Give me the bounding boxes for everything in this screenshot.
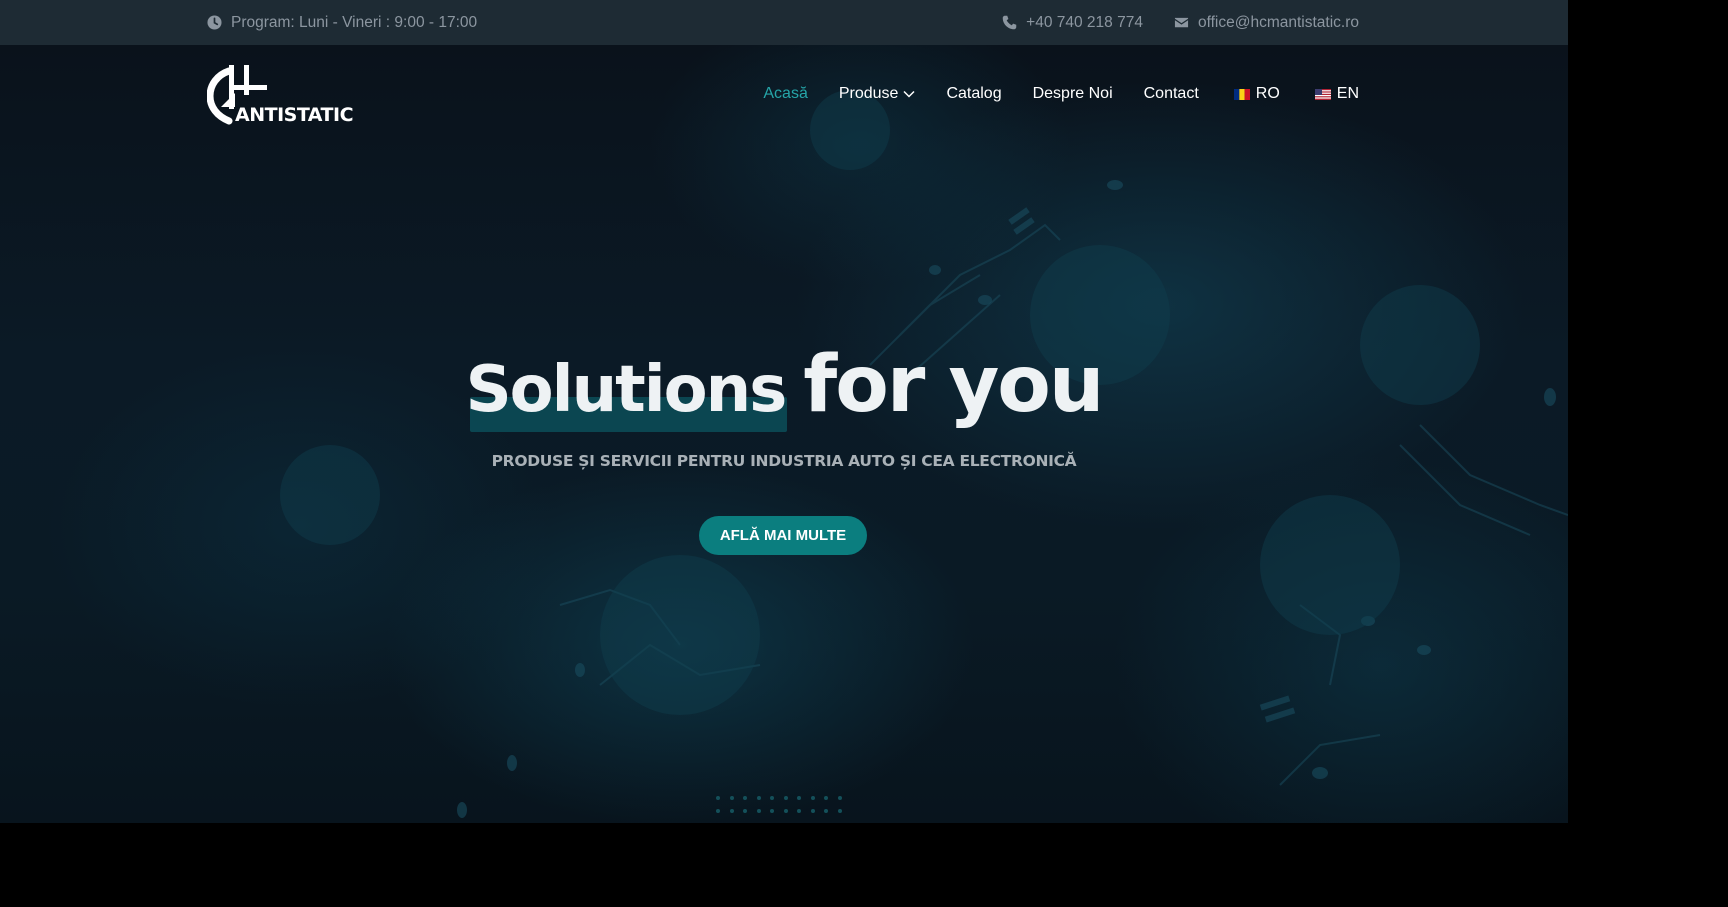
email-text: office@hcmantistatic.ro (1197, 13, 1359, 31)
screen-frame: Program: Luni - Vineri : 9:00 - 17:00 +4… (0, 0, 1728, 907)
clock-icon (207, 15, 222, 30)
nav-item-contact[interactable]: Contact (1144, 85, 1199, 103)
topbar-right: +40 740 218 774 office@hcmantistatic.ro (1002, 0, 1359, 45)
hero-subtitle: PRODUSE ȘI SERVICII PENTRU INDUSTRIA AUT… (491, 452, 1077, 470)
envelope-icon (1174, 17, 1189, 28)
language-en[interactable]: EN (1314, 85, 1359, 103)
hero-section (0, 45, 1568, 823)
logo-wordmark: ANTISTATIC (235, 104, 354, 126)
decor-dot (837, 796, 842, 800)
nav-item-label: Contact (1143, 85, 1199, 102)
decor-dot (756, 796, 761, 800)
headline-highlight-word: Solutions (465, 353, 788, 432)
decor-dot (743, 796, 747, 800)
decor-dot (729, 809, 734, 813)
language-ro[interactable]: RO (1233, 85, 1280, 103)
nav-item-label: Acasă (763, 85, 808, 102)
main-navigation: Acasă Produse Catalog Despre Noi Contact (763, 78, 1359, 110)
page: Program: Luni - Vineri : 9:00 - 17:00 +4… (0, 0, 1568, 823)
decor-dot (783, 809, 788, 813)
decor-dot (824, 796, 828, 800)
decor-dot (824, 809, 828, 813)
decor-dot (783, 796, 788, 800)
phone-icon (1002, 15, 1017, 30)
decor-dot (756, 809, 761, 813)
email-link[interactable]: office@hcmantistatic.ro (1174, 14, 1359, 32)
learn-more-button[interactable]: AFLĂ MAI MULTE (699, 516, 867, 555)
dot-pattern-decoration (716, 796, 848, 823)
usa-flag-icon (1314, 88, 1331, 100)
decor-dot (810, 809, 815, 813)
nav-item-acasa[interactable]: Acasă (763, 85, 807, 103)
decor-dot (837, 809, 842, 813)
language-label: EN (1336, 85, 1359, 102)
nav-item-produse[interactable]: Produse (839, 85, 916, 103)
brand-logo[interactable]: ANTISTATIC (207, 63, 354, 126)
phone-text: +40 740 218 774 (1026, 13, 1143, 31)
phone-link[interactable]: +40 740 218 774 (1002, 14, 1143, 32)
decor-dot (743, 809, 747, 813)
schedule-text: Program: Luni - Vineri : 9:00 - 17:00 (231, 13, 478, 31)
headline-line: Solutions for you (465, 340, 1104, 432)
decor-dot (716, 796, 720, 800)
decor-dot (797, 809, 801, 813)
nav-item-catalog[interactable]: Catalog (946, 85, 1001, 103)
decor-dot (716, 809, 720, 813)
headline-rest-text: for you (803, 340, 1104, 430)
decor-dot (770, 809, 774, 813)
topbar-left: Program: Luni - Vineri : 9:00 - 17:00 (207, 0, 477, 45)
nav-item-label: Despre Noi (1032, 85, 1113, 102)
headline-highlight-text: Solutions (465, 353, 788, 427)
decor-dot (797, 796, 801, 800)
hero-headline: Solutions for you (0, 340, 1568, 432)
nav-item-label: Catalog (946, 85, 1002, 102)
decor-dot (729, 796, 734, 800)
top-info-bar: Program: Luni - Vineri : 9:00 - 17:00 +4… (0, 0, 1568, 45)
circuit-background-image (280, 90, 1568, 818)
chevron-down-icon (903, 90, 915, 98)
romania-flag-icon (1233, 88, 1250, 100)
language-label: RO (1255, 85, 1280, 102)
nav-item-label: Produse (838, 85, 899, 102)
schedule-info: Program: Luni - Vineri : 9:00 - 17:00 (207, 14, 477, 32)
decor-dot (770, 796, 774, 800)
decor-dot (810, 796, 815, 800)
nav-item-despre-noi[interactable]: Despre Noi (1033, 85, 1113, 103)
